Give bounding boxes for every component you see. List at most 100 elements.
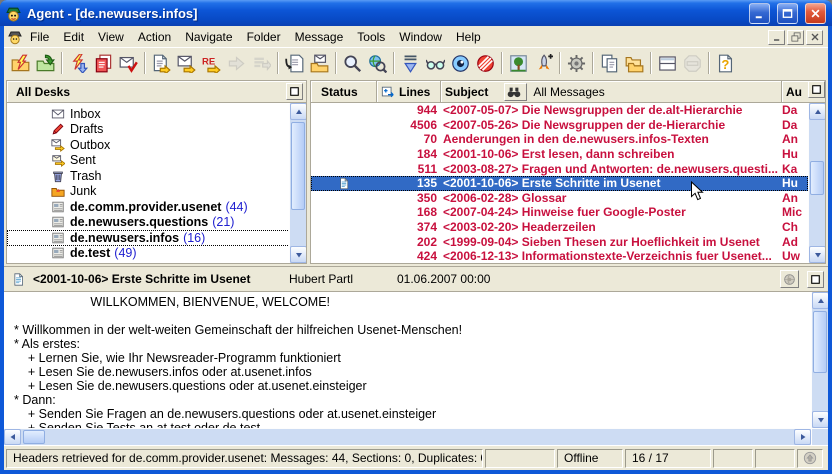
toolbar-mail-reply-button[interactable] xyxy=(174,51,199,76)
messages-scrollbar[interactable] xyxy=(808,103,825,263)
message-row[interactable]: 202<1999-09-04> Sieben Thesen zur Hoefli… xyxy=(311,234,808,249)
toolbar-re-followup-button[interactable]: RE xyxy=(199,51,224,76)
toolbar-folder-open-button[interactable] xyxy=(33,51,58,76)
toolbar-help-button[interactable]: ? xyxy=(713,51,738,76)
scroll-up-icon[interactable] xyxy=(290,103,306,120)
folder-item-inbox[interactable]: Inbox xyxy=(7,106,306,122)
author-column-header[interactable]: Au xyxy=(782,81,808,102)
folder-item-de-test[interactable]: de.test(49) xyxy=(7,246,306,262)
scroll-up-icon[interactable] xyxy=(809,103,825,120)
message-lines: 424 xyxy=(377,249,437,263)
toolbar-down-bar-button[interactable] xyxy=(398,51,423,76)
toolbar-bolt-down-button[interactable] xyxy=(66,51,91,76)
mdi-restore-button[interactable] xyxy=(787,30,804,45)
window-title: Agent - [de.newusers.infos] xyxy=(27,6,742,21)
menu-message[interactable]: Message xyxy=(288,28,351,46)
preview-subject: <2001-10-06> Erste Schritte im Usenet xyxy=(33,272,281,286)
menu-help[interactable]: Help xyxy=(449,28,488,46)
message-filter-label[interactable]: All Messages xyxy=(533,85,604,99)
folder-item-de-newusers-infos[interactable]: de.newusers.infos(16) xyxy=(7,230,306,246)
mdi-close-button[interactable] xyxy=(806,30,823,45)
body-scrollbar[interactable] xyxy=(811,292,828,428)
folder-item-de-comm-provider-usenet[interactable]: de.comm.provider.usenet(44) xyxy=(7,199,306,215)
folder-item-sent[interactable]: Sent xyxy=(7,153,306,169)
scroll-down-icon[interactable] xyxy=(809,246,825,263)
minimize-button[interactable] xyxy=(749,3,770,24)
toolbar-mail-file-button[interactable] xyxy=(307,51,332,76)
folder-item-de-newusers-questions[interactable]: de.newusers.questions(21) xyxy=(7,215,306,231)
filter-search-button[interactable] xyxy=(504,83,527,101)
message-row[interactable]: 944<2007-05-07> Die Newsgruppen der de.a… xyxy=(311,103,808,118)
message-row[interactable]: 511<2003-08-27> Fragen und Antworten: de… xyxy=(311,161,808,176)
message-row[interactable]: 424<2006-12-13> Informationstexte-Verzei… xyxy=(311,249,808,263)
scroll-up-icon[interactable] xyxy=(812,292,828,309)
scroll-down-icon[interactable] xyxy=(812,411,828,428)
toolbar-folder-bolt-button[interactable] xyxy=(8,51,33,76)
message-options-button[interactable] xyxy=(780,270,799,288)
toolbar-no-entry-button[interactable] xyxy=(473,51,498,76)
body-horizontal-scrollbar[interactable] xyxy=(4,428,811,445)
toolbar-page-next-button[interactable] xyxy=(149,51,174,76)
message-row[interactable]: 70Aenderungen in den de.newusers.infos-T… xyxy=(311,132,808,147)
scroll-down-icon[interactable] xyxy=(290,246,306,263)
scroll-thumb[interactable] xyxy=(810,161,824,195)
mdi-minimize-button[interactable] xyxy=(768,30,785,45)
status-column-header[interactable]: Status xyxy=(311,81,377,102)
toolbar-layout-button[interactable] xyxy=(655,51,680,76)
subject-column-header[interactable]: Subject All Messages xyxy=(441,81,782,102)
toolbar-tree-button[interactable] xyxy=(506,51,531,76)
scroll-thumb[interactable] xyxy=(23,430,45,444)
toolbar-page-import-button[interactable] xyxy=(282,51,307,76)
message-subject: <2006-12-13> Informationstexte-Verzeichn… xyxy=(437,249,782,263)
menu-navigate[interactable]: Navigate xyxy=(178,28,239,46)
scroll-thumb[interactable] xyxy=(291,122,305,210)
toolbar-folders-button[interactable] xyxy=(622,51,647,76)
menu-file[interactable]: File xyxy=(23,28,56,46)
folders-scrollbar[interactable] xyxy=(289,103,306,263)
message-subject: <2003-02-20> Headerzeilen xyxy=(437,220,782,234)
maximize-preview-pane-button[interactable] xyxy=(807,271,824,288)
message-row[interactable]: 135<2001-10-06> Erste Schritte im Usenet… xyxy=(311,176,808,191)
close-button[interactable] xyxy=(805,3,826,24)
folder-item-outbox[interactable]: Outbox xyxy=(7,137,306,153)
toolbar-pages-red-button[interactable] xyxy=(91,51,116,76)
scroll-right-icon[interactable] xyxy=(794,429,811,445)
toolbar-zoom-button[interactable] xyxy=(340,51,365,76)
folder-item-trash[interactable]: Trash xyxy=(7,168,306,184)
message-counter: 16 / 17 xyxy=(625,449,711,468)
toolbar-mail-check-button[interactable] xyxy=(116,51,141,76)
folder-label: Outbox xyxy=(70,138,110,152)
document-window-icon[interactable] xyxy=(7,29,23,45)
message-body-pane[interactable]: WILLKOMMEN, BIENVENUE, WELCOME! * Willko… xyxy=(4,292,828,428)
main-area: All Desks InboxDraftsOutboxSentTrashJunk… xyxy=(4,78,828,266)
toolbar-eye-button[interactable] xyxy=(448,51,473,76)
maximize-folders-pane-button[interactable] xyxy=(286,83,303,100)
menu-view[interactable]: View xyxy=(91,28,131,46)
menu-folder[interactable]: Folder xyxy=(240,28,288,46)
message-row[interactable]: 374<2003-02-20> HeaderzeilenCh xyxy=(311,220,808,235)
toolbar-separator xyxy=(592,52,594,74)
message-row[interactable]: 184<2001-10-06> Erst lesen, dann schreib… xyxy=(311,147,808,162)
title-bar[interactable]: Agent - [de.newusers.infos] xyxy=(0,0,832,26)
scroll-left-icon[interactable] xyxy=(4,429,21,445)
toolbar-glasses-button[interactable] xyxy=(423,51,448,76)
folder-item-drafts[interactable]: Drafts xyxy=(7,122,306,138)
message-row[interactable]: 168<2007-04-24> Hinweise fuer Google-Pos… xyxy=(311,205,808,220)
menu-tools[interactable]: Tools xyxy=(350,28,392,46)
toolbar-gear-button[interactable] xyxy=(564,51,589,76)
toolbar-copy-button[interactable] xyxy=(597,51,622,76)
scroll-thumb[interactable] xyxy=(813,311,827,373)
menu-action[interactable]: Action xyxy=(131,28,178,46)
online-status[interactable]: Offline xyxy=(557,449,623,468)
maximize-list-pane-button[interactable] xyxy=(808,81,825,98)
menu-window[interactable]: Window xyxy=(392,28,449,46)
menu-edit[interactable]: Edit xyxy=(56,28,91,46)
message-row[interactable]: 4506<2007-05-26> Die Newsgruppen der de-… xyxy=(311,118,808,133)
toolbar-zoom-globe-button[interactable] xyxy=(365,51,390,76)
folder-item-junk[interactable]: Junk xyxy=(7,184,306,200)
message-row[interactable]: 350<2006-02-28> GlossarAn xyxy=(311,191,808,206)
maximize-button[interactable] xyxy=(777,3,798,24)
lines-column-header[interactable]: Lines xyxy=(377,81,441,102)
toolbar-rocket-button[interactable] xyxy=(531,51,556,76)
go-online-toggle[interactable] xyxy=(797,449,823,468)
